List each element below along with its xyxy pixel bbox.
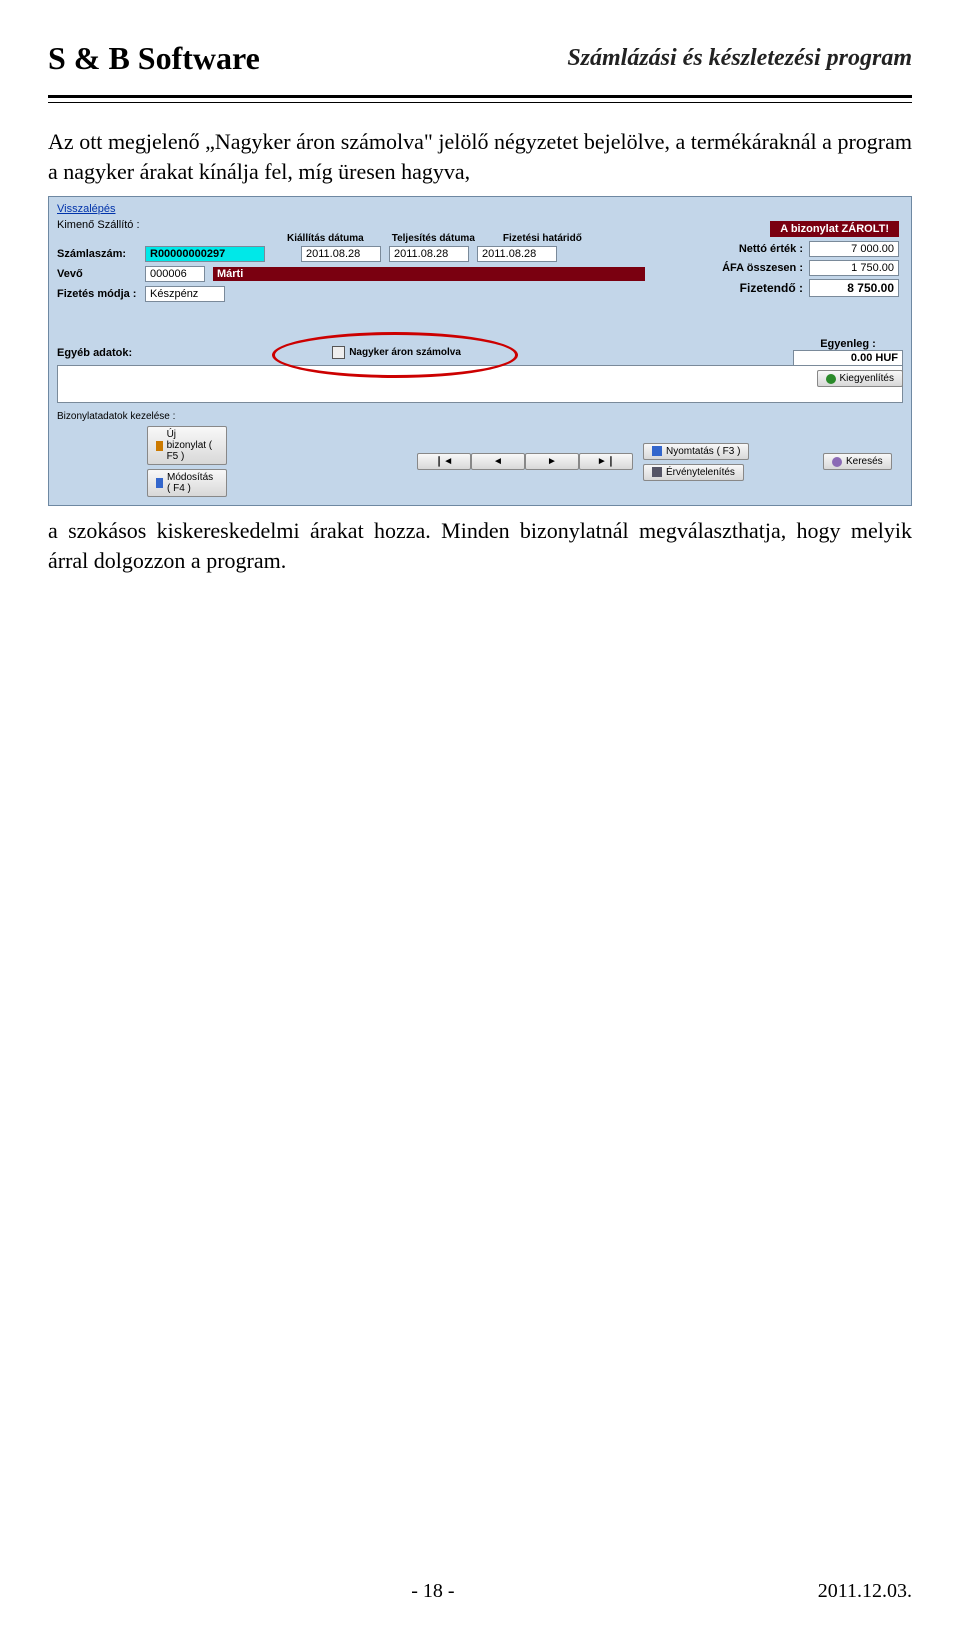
nav-next-button[interactable]: ► <box>525 453 579 470</box>
locked-badge: A bizonylat ZÁROLT! <box>770 221 899 237</box>
other-data-textarea[interactable] <box>57 365 903 403</box>
modify-button[interactable]: Módosítás ( F4 ) <box>147 469 227 497</box>
print-button[interactable]: Nyomtatás ( F3 ) <box>643 443 749 460</box>
payable-value: 8 750.00 <box>809 279 899 297</box>
search-button[interactable]: Keresés <box>823 453 892 470</box>
trash-icon <box>652 467 662 477</box>
back-link[interactable]: Visszalépés <box>57 203 116 215</box>
vat-value: 1 750.00 <box>809 260 899 276</box>
balance-label: Egyenleg : <box>793 338 903 350</box>
date-issue-field[interactable]: 2011.08.28 <box>301 246 381 262</box>
header-rule-thin <box>48 102 912 103</box>
net-value: 7 000.00 <box>809 241 899 257</box>
new-icon <box>156 441 163 451</box>
payment-method-label: Fizetés módja : <box>57 288 137 300</box>
balance-value: 0.00 HUF <box>793 350 903 366</box>
settle-button-label: Kiegyenlítés <box>840 373 894 384</box>
print-icon <box>652 446 662 456</box>
invalidate-button-label: Érvénytelenítés <box>666 467 735 478</box>
vat-label: ÁFA összesen : <box>722 262 803 274</box>
net-label: Nettó érték : <box>722 243 803 255</box>
nav-prev-button[interactable]: ◄ <box>471 453 525 470</box>
payment-method-field[interactable]: Készpénz <box>145 286 225 302</box>
buyer-name-bar: Márti <box>213 267 645 281</box>
company-name: S & B Software <box>48 40 260 77</box>
footer-date: 2011.12.03. <box>818 1580 912 1603</box>
other-data-label: Egyéb adatok: <box>57 347 132 359</box>
date-header-fulfill: Teljesítés dátuma <box>392 233 475 244</box>
buyer-code-field[interactable]: 000006 <box>145 266 205 282</box>
edit-icon <box>156 478 163 488</box>
search-icon <box>832 457 842 467</box>
modify-button-label: Módosítás ( F4 ) <box>167 472 218 494</box>
invoice-number-field[interactable]: R00000000297 <box>145 246 265 262</box>
header-rule-thick <box>48 95 912 98</box>
invalidate-button[interactable]: Érvénytelenítés <box>643 464 744 481</box>
wholesale-checkbox-label: Nagyker áron számolva <box>349 347 461 358</box>
nav-last-button[interactable]: ►❘ <box>579 453 633 470</box>
search-button-label: Keresés <box>846 456 883 467</box>
date-header-issue: Kiállítás dátuma <box>287 233 364 244</box>
doc-handling-label: Bizonylatadatok kezelése : <box>57 411 903 422</box>
new-doc-button-label: Új bizonylat ( F5 ) <box>167 429 218 462</box>
wholesale-checkbox-group[interactable]: Nagyker áron számolva <box>332 346 461 359</box>
nav-first-button[interactable]: ❘◄ <box>417 453 471 470</box>
date-fulfill-field[interactable]: 2011.08.28 <box>389 246 469 262</box>
totals-block: Nettó érték : 7 000.00 ÁFA összesen : 1 … <box>722 241 899 297</box>
body-paragraph-1: Az ott megjelenő „Nagyker áron számolva"… <box>48 127 912 186</box>
page-number: - 18 - <box>411 1580 454 1603</box>
body-paragraph-2: a szokásos kiskereskedelmi árakat hozza.… <box>48 516 912 575</box>
balance-box: Egyenleg : 0.00 HUF Kiegyenlítés <box>793 338 903 387</box>
new-doc-button[interactable]: Új bizonylat ( F5 ) <box>147 426 227 465</box>
invoice-number-label: Számlaszám: <box>57 248 137 260</box>
app-screenshot: Visszalépés A bizonylat ZÁROLT! Kimenő S… <box>48 196 912 506</box>
page-header: S & B Software Számlázási és készletezés… <box>48 40 912 77</box>
wholesale-checkbox[interactable] <box>332 346 345 359</box>
print-button-label: Nyomtatás ( F3 ) <box>666 446 740 457</box>
buyer-label: Vevő <box>57 268 137 280</box>
payable-label: Fizetendő : <box>722 281 803 295</box>
settle-button[interactable]: Kiegyenlítés <box>817 370 903 387</box>
date-header-due: Fizetési határidő <box>503 233 582 244</box>
date-due-field[interactable]: 2011.08.28 <box>477 246 557 262</box>
page-footer: - 18 - 2011.12.03. <box>48 1580 912 1603</box>
nav-button-group: ❘◄ ◄ ► ►❘ <box>417 453 633 470</box>
check-icon <box>826 374 836 384</box>
product-name: Számlázási és készletezési program <box>567 45 912 72</box>
